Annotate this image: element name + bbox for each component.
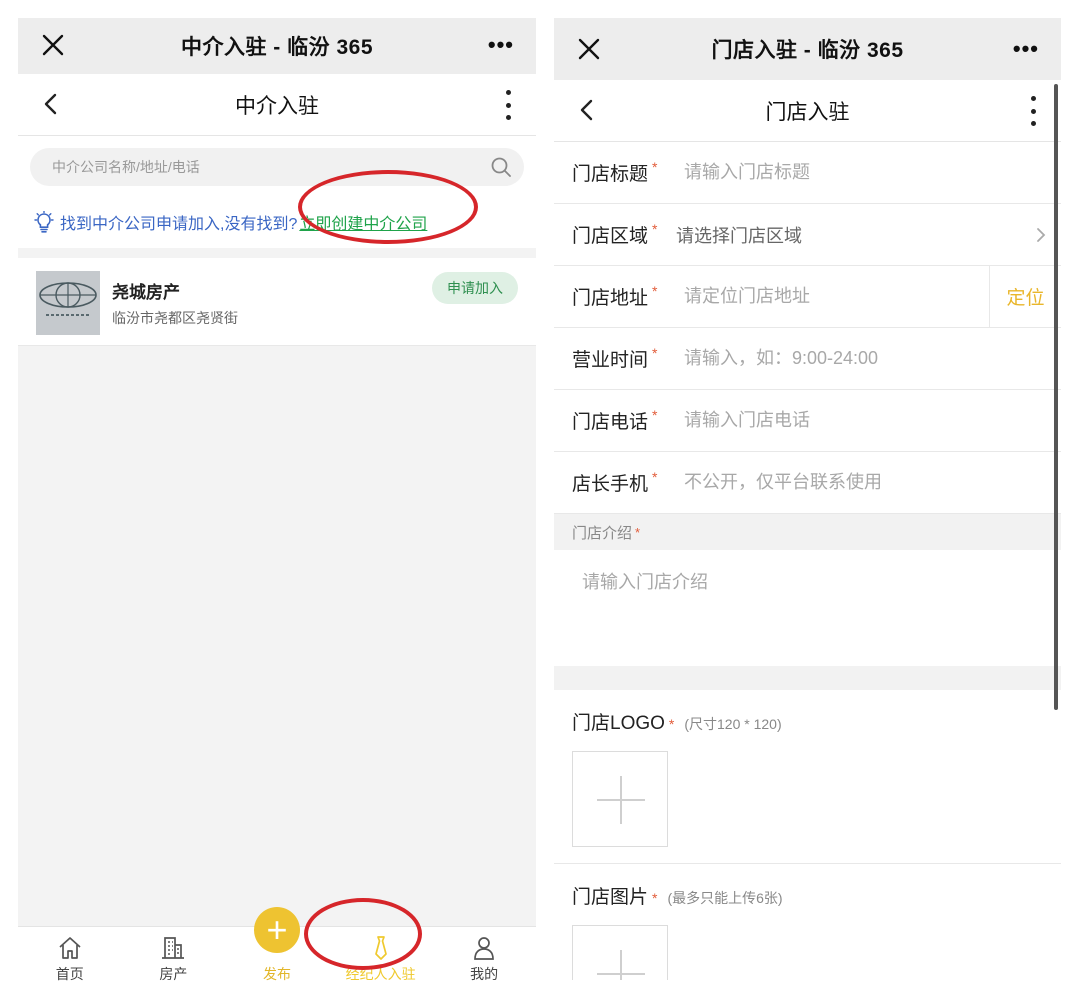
wechat-title: 门店入驻 - 临汾 365 [711, 39, 904, 62]
close-icon[interactable] [40, 32, 66, 58]
tip-row: 找到中介公司申请加入,没有找到? 立即创建中介公司 [18, 196, 536, 248]
tab-label: 发布 [262, 966, 291, 982]
plus-icon: + [253, 907, 300, 953]
wechat-title: 中介入驻 - 临汾 365 [180, 36, 374, 59]
tab-mine[interactable]: 我的 [432, 927, 536, 990]
tab-label: 我的 [470, 966, 499, 982]
search-box [30, 148, 524, 186]
list-item[interactable]: 尧城房产 临汾市尧都区尧贤街 申请加入 [18, 258, 536, 346]
more-icon[interactable]: ••• [1013, 38, 1039, 60]
photos-upload-button[interactable] [572, 925, 668, 980]
store-address-input[interactable] [684, 286, 934, 307]
photos-hint: (最多只能上传6张) [667, 890, 783, 906]
field-business-hours: 营业时间 * [554, 328, 1061, 390]
store-phone-input[interactable] [684, 410, 1014, 431]
left-screen: 中介入驻 - 临汾 365 ••• 中介入驻 找到中介公司申请加入,没有找到? … [18, 18, 536, 990]
field-store-title: 门店标题 * [554, 142, 1061, 204]
tab-publish[interactable]: + 发布 [225, 907, 329, 990]
bottom-tab-bar: 首页 房产 + 发布 经纪人入驻 我的 [18, 907, 536, 990]
store-title-input[interactable] [684, 162, 1014, 183]
home-icon [59, 937, 81, 959]
tie-icon [374, 936, 387, 960]
field-label: 店长手机 * [572, 469, 658, 495]
photos-title: 门店图片 * (最多只能上传6张) [572, 887, 783, 908]
divider [554, 666, 1061, 690]
close-icon[interactable] [576, 36, 602, 62]
right-screen: 门店入驻 - 临汾 365 ••• 门店入驻 门店标题* 门店区域* 请选择门店… [554, 18, 1061, 980]
business-hours-input[interactable] [684, 348, 1014, 369]
manager-mobile-input[interactable] [684, 472, 1014, 493]
scrollbar[interactable] [1054, 84, 1058, 710]
field-label: 营业时间 * [572, 345, 658, 371]
chevron-right-icon [1037, 228, 1046, 242]
field-store-address: 门店地址* 定位 [554, 266, 1061, 328]
agency-address: 临汾市尧都区尧贤街 [112, 310, 238, 326]
lightbulb-icon [34, 211, 54, 233]
intro-label: 门店介绍 [572, 524, 633, 542]
apply-join-button[interactable]: 申请加入 [432, 272, 518, 304]
search-input[interactable] [52, 159, 472, 175]
back-icon[interactable] [40, 92, 64, 116]
search-icon[interactable] [490, 156, 512, 178]
field-label: 门店电话 * [572, 407, 658, 433]
logo-upload-section: 门店LOGO * (尺寸120 * 120) [554, 690, 1061, 864]
building-icon [162, 937, 185, 959]
region-select[interactable]: 请选择门店区域 [676, 222, 802, 248]
search-area [18, 136, 536, 196]
agency-name: 尧城房产 [112, 283, 180, 302]
divider [18, 248, 536, 258]
field-store-phone: 门店电话 * [554, 390, 1061, 452]
field-label: 门店地址 * [572, 283, 658, 309]
field-label: 门店标题 * [572, 159, 658, 185]
kebab-menu-icon[interactable] [504, 90, 512, 120]
intro-area [554, 550, 1061, 666]
page-nav-bar: 中介入驻 [18, 74, 536, 136]
page-title: 中介入驻 [235, 94, 319, 118]
create-agency-link[interactable]: 立即创建中介公司 [299, 210, 427, 234]
logo-hint: (尺寸120 * 120) [684, 716, 782, 732]
field-store-region[interactable]: 门店区域 * 请选择门店区域 [554, 204, 1061, 266]
intro-section-head: 门店介绍 * [554, 514, 1061, 550]
tab-label: 经纪人入驻 [345, 966, 416, 982]
more-icon[interactable]: ••• [488, 34, 514, 56]
photos-upload-section: 门店图片 * (最多只能上传6张) [554, 864, 1061, 980]
store-intro-textarea[interactable] [582, 568, 1022, 648]
tab-home[interactable]: 首页 [18, 927, 122, 990]
locate-button[interactable]: 定位 [989, 266, 1061, 327]
logo-upload-button[interactable] [572, 751, 668, 847]
logo-title: 门店LOGO * (尺寸120 * 120) [572, 713, 782, 734]
back-icon[interactable] [576, 98, 600, 122]
agency-logo [36, 271, 100, 335]
field-manager-mobile: 店长手机 * [554, 452, 1061, 514]
page-nav-bar: 门店入驻 [554, 80, 1061, 142]
tab-label: 首页 [55, 966, 84, 982]
wechat-title-bar: 门店入驻 - 临汾 365 ••• [554, 18, 1061, 80]
globe-logo-icon [36, 271, 100, 335]
tab-property[interactable]: 房产 [122, 927, 226, 990]
kebab-menu-icon[interactable] [1029, 96, 1037, 126]
field-label: 门店区域 * [572, 221, 658, 247]
tip-text: 找到中介公司申请加入,没有找到? [60, 216, 298, 233]
page-title: 门店入驻 [765, 100, 850, 124]
tab-agent-join[interactable]: 经纪人入驻 [329, 927, 433, 990]
person-icon [474, 937, 495, 960]
wechat-title-bar: 中介入驻 - 临汾 365 ••• [18, 18, 536, 74]
tab-label: 房产 [159, 966, 188, 982]
